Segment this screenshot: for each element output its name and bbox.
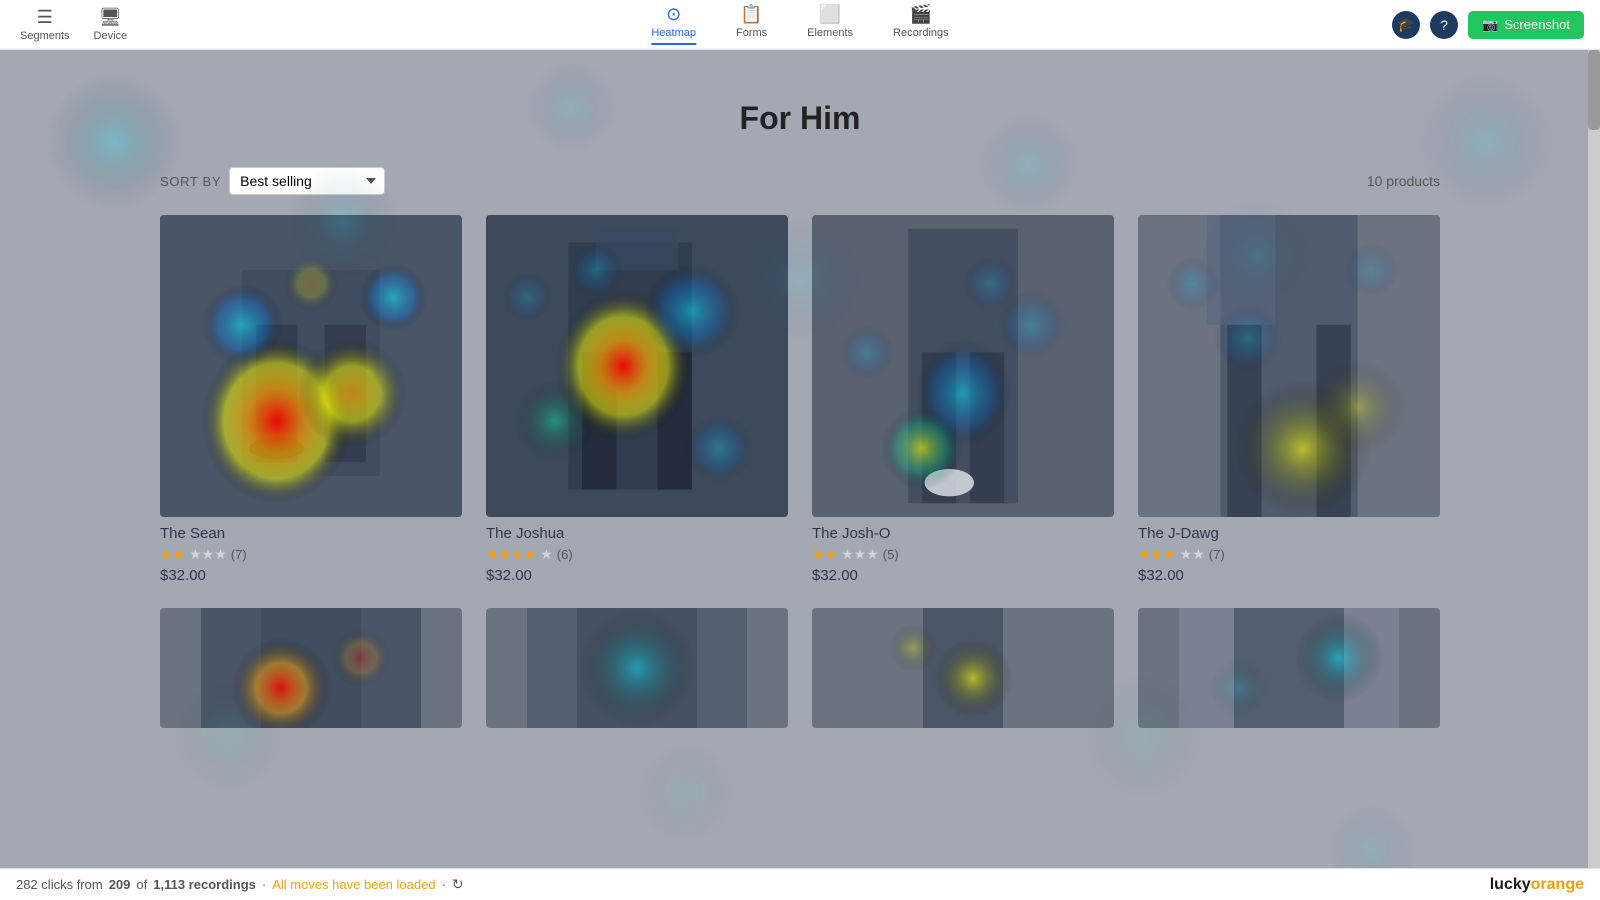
nav-left: ☰ Segments 🖥 Device [0, 7, 127, 42]
heatmap-icon: ⊙ [666, 4, 681, 25]
all-moves-link[interactable]: All moves have been loaded [272, 877, 435, 892]
clicks-text: 282 clicks from [16, 877, 103, 892]
stars-empty-1: ★★★ [189, 546, 227, 563]
review-count-1: (7) [231, 547, 247, 562]
sort-row: SORT BY Best selling Price: Low to High … [160, 167, 385, 195]
stars-filled-4: ★★★ [1138, 546, 1176, 563]
product-price-4: $32.00 [1138, 567, 1440, 584]
product-price-3: $32.00 [812, 567, 1114, 584]
tab-recordings[interactable]: 🎬 Recordings [893, 4, 949, 45]
product-stars-1: ★★ ★★★ (7) [160, 546, 462, 563]
device-icon: 🖥 [99, 7, 122, 28]
product-name-2: The Joshua [486, 525, 788, 542]
page-content: For Him SORT BY Best selling Price: Low … [0, 50, 1600, 868]
product-img-svg-1 [160, 215, 462, 517]
partial-card-1 [160, 608, 462, 728]
partial-card-3 [812, 608, 1114, 728]
forms-label: Forms [736, 27, 767, 39]
product-card-4[interactable]: The J-Dawg ★★★ ★★ (7) $32.00 [1138, 215, 1440, 584]
graduation-icon[interactable]: 🎓 [1392, 11, 1420, 39]
products-count: 10 products [1367, 173, 1440, 189]
product-stars-3: ★★ ★★★ (5) [812, 546, 1114, 563]
partial-card-2 [486, 608, 788, 728]
dot-separator-2: · [442, 877, 446, 892]
camera-icon: 📷 [1482, 17, 1498, 33]
segments-nav[interactable]: ☰ Segments [20, 7, 70, 42]
product-stars-4: ★★★ ★★ (7) [1138, 546, 1440, 563]
stars-filled-2: ★★★★ [486, 546, 536, 563]
partial-card-4 [1138, 608, 1440, 728]
stars-empty-4: ★★ [1180, 546, 1205, 563]
partial-products-row [160, 608, 1440, 728]
tab-forms[interactable]: 📋 Forms [736, 4, 767, 45]
product-price-1: $32.00 [160, 567, 462, 584]
partial-heatmap-2 [486, 608, 788, 728]
elements-icon: ⬜ [819, 4, 841, 25]
product-name-4: The J-Dawg [1138, 525, 1440, 542]
device-label: Device [94, 30, 128, 42]
stars-empty-3: ★★★ [841, 546, 879, 563]
screenshot-label: Screenshot [1504, 17, 1570, 32]
sort-select[interactable]: Best selling Price: Low to High Price: H… [229, 167, 385, 195]
elements-label: Elements [807, 27, 853, 39]
review-count-3: (5) [883, 547, 899, 562]
dot-separator: · [262, 877, 266, 892]
help-icon[interactable]: ? [1430, 11, 1458, 39]
stars-filled-1: ★★ [160, 546, 185, 563]
product-name-3: The Josh-O [812, 525, 1114, 542]
logo-orange: orange [1531, 876, 1584, 893]
current-recordings: 209 [109, 877, 131, 892]
product-stars-2: ★★★★ ★ (6) [486, 546, 788, 563]
partial-heatmap-4 [1138, 608, 1440, 728]
product-name-1: The Sean [160, 525, 462, 542]
nav-right: 🎓 ? 📷 Screenshot [1392, 11, 1584, 39]
partial-heatmap-1 [160, 608, 462, 728]
product-img-svg-4 [1138, 215, 1440, 517]
nav-center: ⊙ Heatmap 📋 Forms ⬜ Elements 🎬 Recording… [651, 4, 948, 45]
total-recordings: 1,113 recordings [153, 877, 256, 892]
product-image-2 [486, 215, 788, 517]
product-image-3 [812, 215, 1114, 517]
main-area: For Him SORT BY Best selling Price: Low … [0, 50, 1600, 868]
stars-empty-2: ★ [540, 546, 553, 563]
segments-icon: ☰ [37, 7, 53, 28]
product-image-1 [160, 215, 462, 517]
products-grid: The Sean ★★ ★★★ (7) $32.00 [160, 215, 1440, 584]
review-count-4: (7) [1209, 547, 1225, 562]
top-nav: ☰ Segments 🖥 Device ⊙ Heatmap 📋 Forms ⬜ … [0, 0, 1600, 50]
stars-filled-3: ★★ [812, 546, 837, 563]
product-price-2: $32.00 [486, 567, 788, 584]
of-label: of [136, 877, 147, 892]
bottom-left: 282 clicks from 209 of 1,113 recordings … [16, 876, 464, 893]
product-card-2[interactable]: The Joshua ★★★★ ★ (6) $32.00 [486, 215, 788, 584]
refresh-icon[interactable]: ↻ [452, 876, 464, 893]
scrollbar[interactable] [1588, 50, 1600, 868]
product-image-4 [1138, 215, 1440, 517]
product-card-3[interactable]: The Josh-O ★★ ★★★ (5) $32.00 [812, 215, 1114, 584]
heatmap-label: Heatmap [651, 27, 696, 39]
device-nav[interactable]: 🖥 Device [94, 7, 128, 42]
forms-icon: 📋 [740, 4, 762, 25]
page-title: For Him [160, 100, 1440, 137]
recordings-icon: 🎬 [910, 4, 932, 25]
segments-label: Segments [20, 30, 70, 42]
review-count-2: (6) [557, 547, 573, 562]
tab-heatmap[interactable]: ⊙ Heatmap [651, 4, 696, 45]
logo-container: luckyorange [1490, 876, 1584, 894]
logo-text: luckyorange [1490, 876, 1584, 893]
scrollbar-thumb[interactable] [1588, 50, 1600, 130]
partial-heatmap-3 [812, 608, 1114, 728]
page-inner: For Him SORT BY Best selling Price: Low … [0, 50, 1600, 868]
product-img-svg-2 [486, 215, 788, 517]
tab-elements[interactable]: ⬜ Elements [807, 4, 853, 45]
product-card-1[interactable]: The Sean ★★ ★★★ (7) $32.00 [160, 215, 462, 584]
sort-label: SORT BY [160, 174, 221, 189]
recordings-label: Recordings [893, 27, 949, 39]
product-img-svg-3 [812, 215, 1114, 517]
bottom-bar: 282 clicks from 209 of 1,113 recordings … [0, 868, 1600, 900]
screenshot-button[interactable]: 📷 Screenshot [1468, 11, 1584, 39]
filter-row: SORT BY Best selling Price: Low to High … [160, 167, 1440, 195]
